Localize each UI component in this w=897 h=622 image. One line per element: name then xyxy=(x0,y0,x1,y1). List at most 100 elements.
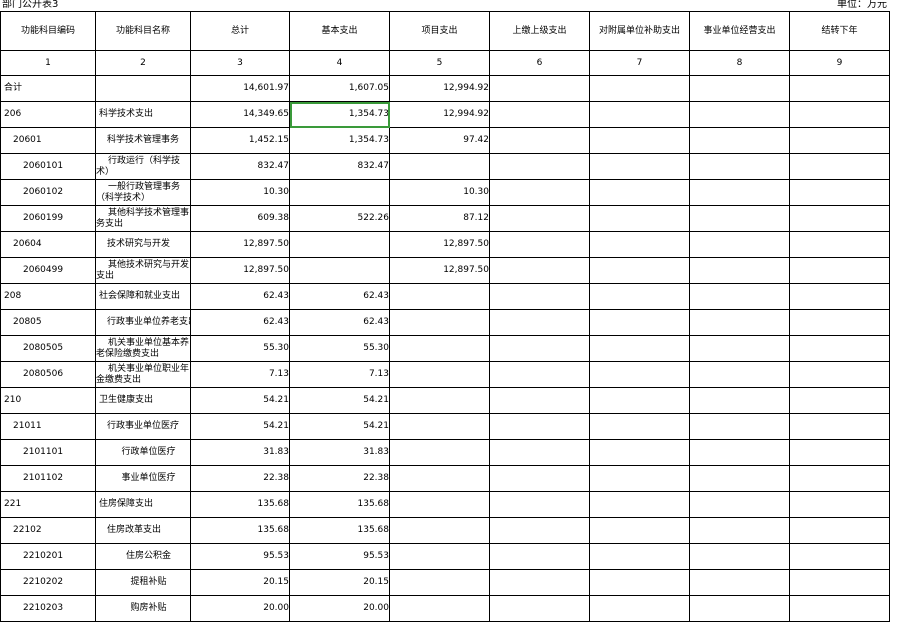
total-amount-cell[interactable]: 135.68 xyxy=(190,491,290,518)
total-amount-cell[interactable]: 95.53 xyxy=(190,543,290,570)
empty-cell[interactable] xyxy=(689,543,790,570)
selected-cell[interactable]: 1,354.73 xyxy=(289,101,390,128)
function-code-cell[interactable]: 2060101 xyxy=(0,153,96,180)
empty-cell[interactable] xyxy=(689,491,790,518)
empty-cell[interactable] xyxy=(589,231,690,258)
basic-amount-cell[interactable]: 22.38 xyxy=(289,465,390,492)
column-number[interactable]: 7 xyxy=(589,50,690,76)
function-name-cell[interactable]: 机关事业单位基本养老保险缴费支出 xyxy=(95,335,191,362)
function-name-cell[interactable]: 机关事业单位职业年金缴费支出 xyxy=(95,361,191,388)
empty-cell[interactable] xyxy=(789,283,890,310)
empty-cell[interactable] xyxy=(789,413,890,440)
column-number[interactable]: 5 xyxy=(389,50,490,76)
basic-amount-cell[interactable]: 54.21 xyxy=(289,387,390,414)
empty-cell[interactable] xyxy=(689,101,790,128)
total-amount-cell[interactable]: 12,897.50 xyxy=(190,257,290,284)
empty-cell[interactable] xyxy=(789,335,890,362)
total-amount-cell[interactable]: 55.30 xyxy=(190,335,290,362)
function-code-cell[interactable]: 2210203 xyxy=(0,595,96,622)
empty-cell[interactable] xyxy=(589,127,690,154)
basic-amount-cell[interactable]: 1,354.73 xyxy=(289,127,390,154)
basic-amount-cell[interactable]: 832.47 xyxy=(289,153,390,180)
basic-amount-cell[interactable] xyxy=(289,179,390,206)
total-amount-cell[interactable]: 7.13 xyxy=(190,361,290,388)
empty-cell[interactable] xyxy=(789,595,890,622)
function-name-cell[interactable]: 住房保障支出 xyxy=(95,491,191,518)
empty-cell[interactable] xyxy=(489,257,590,284)
function-code-cell[interactable]: 2080505 xyxy=(0,335,96,362)
column-header[interactable]: 功能科目名称 xyxy=(95,11,191,51)
total-amount-cell[interactable]: 22.38 xyxy=(190,465,290,492)
function-code-cell[interactable]: 22102 xyxy=(0,517,96,544)
column-header[interactable]: 项目支出 xyxy=(389,11,490,51)
total-amount-cell[interactable]: 1,452.15 xyxy=(190,127,290,154)
empty-cell[interactable] xyxy=(789,491,890,518)
empty-cell[interactable] xyxy=(689,153,790,180)
empty-cell[interactable] xyxy=(589,543,690,570)
empty-cell[interactable] xyxy=(589,257,690,284)
function-code-cell[interactable]: 21011 xyxy=(0,413,96,440)
project-amount-cell[interactable] xyxy=(389,335,490,362)
total-amount-cell[interactable]: 62.43 xyxy=(190,283,290,310)
total-amount-cell[interactable]: 10.30 xyxy=(190,179,290,206)
empty-cell[interactable] xyxy=(789,439,890,466)
function-code-cell[interactable]: 210 xyxy=(0,387,96,414)
column-header[interactable]: 总计 xyxy=(190,11,290,51)
project-amount-cell[interactable] xyxy=(389,491,490,518)
empty-cell[interactable] xyxy=(689,465,790,492)
project-amount-cell[interactable]: 10.30 xyxy=(389,179,490,206)
basic-amount-cell[interactable] xyxy=(289,257,390,284)
function-code-cell[interactable]: 20604 xyxy=(0,231,96,258)
column-number[interactable]: 6 xyxy=(489,50,590,76)
function-name-cell[interactable]: 住房公积金 xyxy=(95,543,191,570)
empty-cell[interactable] xyxy=(789,569,890,596)
project-amount-cell[interactable] xyxy=(389,465,490,492)
total-amount-cell[interactable]: 135.68 xyxy=(190,517,290,544)
empty-cell[interactable] xyxy=(589,283,690,310)
function-name-cell[interactable]: 行政事业单位养老支出 xyxy=(95,309,191,336)
empty-cell[interactable] xyxy=(689,179,790,206)
project-amount-cell[interactable]: 12,994.92 xyxy=(389,75,490,102)
empty-cell[interactable] xyxy=(489,517,590,544)
basic-amount-cell[interactable]: 135.68 xyxy=(289,491,390,518)
empty-cell[interactable] xyxy=(789,517,890,544)
empty-cell[interactable] xyxy=(489,491,590,518)
empty-cell[interactable] xyxy=(789,543,890,570)
project-amount-cell[interactable] xyxy=(389,153,490,180)
project-amount-cell[interactable]: 12,994.92 xyxy=(389,101,490,128)
function-code-cell[interactable]: 2060199 xyxy=(0,205,96,232)
function-code-cell[interactable]: 2060499 xyxy=(0,257,96,284)
empty-cell[interactable] xyxy=(789,127,890,154)
empty-cell[interactable] xyxy=(689,309,790,336)
total-amount-cell[interactable]: 832.47 xyxy=(190,153,290,180)
basic-amount-cell[interactable]: 95.53 xyxy=(289,543,390,570)
function-code-cell[interactable]: 208 xyxy=(0,283,96,310)
empty-cell[interactable] xyxy=(689,283,790,310)
empty-cell[interactable] xyxy=(489,101,590,128)
basic-amount-cell[interactable]: 135.68 xyxy=(289,517,390,544)
project-amount-cell[interactable] xyxy=(389,361,490,388)
function-code-cell[interactable]: 2101101 xyxy=(0,439,96,466)
function-name-cell[interactable]: 社会保障和就业支出 xyxy=(95,283,191,310)
empty-cell[interactable] xyxy=(489,361,590,388)
empty-cell[interactable] xyxy=(489,335,590,362)
function-name-cell[interactable]: 其他科学技术管理事务支出 xyxy=(95,205,191,232)
total-amount-cell[interactable]: 62.43 xyxy=(190,309,290,336)
empty-cell[interactable] xyxy=(489,465,590,492)
basic-amount-cell[interactable]: 20.15 xyxy=(289,569,390,596)
empty-cell[interactable] xyxy=(489,205,590,232)
empty-cell[interactable] xyxy=(589,335,690,362)
column-header[interactable]: 结转下年 xyxy=(789,11,890,51)
total-amount-cell[interactable]: 20.00 xyxy=(190,595,290,622)
function-code-cell[interactable]: 2080506 xyxy=(0,361,96,388)
empty-cell[interactable] xyxy=(489,75,590,102)
basic-amount-cell[interactable]: 62.43 xyxy=(289,283,390,310)
project-amount-cell[interactable] xyxy=(389,569,490,596)
project-amount-cell[interactable] xyxy=(389,595,490,622)
empty-cell[interactable] xyxy=(489,387,590,414)
function-name-cell[interactable]: 一般行政管理事务（科学技术） xyxy=(95,179,191,206)
empty-cell[interactable] xyxy=(789,101,890,128)
column-number[interactable]: 3 xyxy=(190,50,290,76)
empty-cell[interactable] xyxy=(589,439,690,466)
project-amount-cell[interactable]: 12,897.50 xyxy=(389,231,490,258)
